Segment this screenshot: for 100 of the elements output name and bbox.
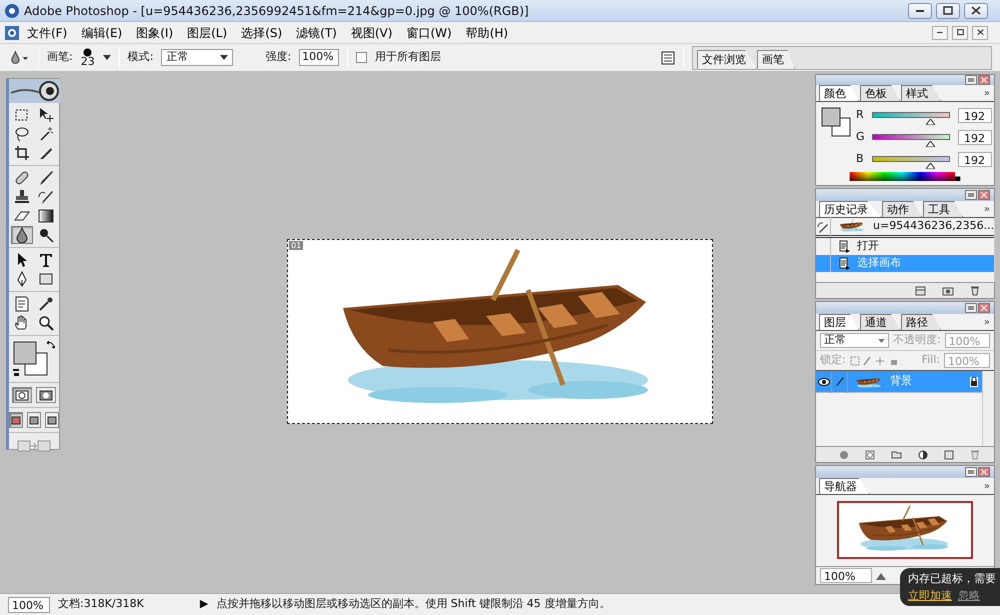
speed-up-link[interactable]: 立即加速 [908, 588, 952, 604]
screen-mode-button[interactable] [27, 412, 41, 428]
menu-item[interactable]: 帮助(H) [458, 22, 516, 42]
snapshot-name[interactable]: u=954436236,2356... [873, 218, 994, 235]
channel-value-field[interactable]: 192 [958, 108, 992, 122]
visibility-toggle[interactable] [816, 370, 832, 392]
ignore-link[interactable]: 忽略 [958, 588, 980, 604]
checkbox[interactable] [356, 52, 368, 63]
panel-minimize-button[interactable] [965, 190, 977, 200]
folder-icon [891, 450, 902, 459]
panel-tab[interactable]: 动作 [882, 201, 922, 217]
panel-tab[interactable]: 颜色 [819, 85, 859, 101]
maximize-icon [943, 6, 953, 15]
palette-tab[interactable]: 文件浏览 [697, 50, 757, 68]
status-menu-button[interactable]: ▶ [200, 596, 208, 613]
opacity-label: 不透明度: [892, 332, 941, 348]
menu-item[interactable]: 视图(V) [344, 22, 400, 42]
minimize-icon [967, 305, 975, 311]
magic-wand-icon [38, 126, 54, 142]
document-minimize-button[interactable] [932, 26, 948, 40]
minimize-icon [967, 469, 975, 475]
panel-close-button[interactable] [978, 303, 990, 313]
caret-icon [220, 55, 228, 60]
drop-icon [9, 50, 29, 66]
panel-close-button[interactable] [978, 190, 990, 200]
blend-mode-dropdown[interactable]: 正常 [820, 333, 889, 348]
close-button[interactable] [964, 2, 988, 18]
background-color-swatch[interactable] [24, 352, 48, 376]
channel-value-field[interactable]: 192 [958, 130, 992, 144]
panel-minimize-button[interactable] [965, 467, 977, 477]
move-arrow-icon [38, 107, 54, 123]
window-title: Adobe Photoshop - [u=954436236,2356992451&fm=214&gp=0.jpg @ 100%(RGB)] [24, 2, 529, 20]
note-icon [14, 296, 30, 312]
menu-item[interactable]: 图层(L) [180, 22, 234, 42]
canvas-badge: 01 [289, 241, 304, 250]
brush-icon [834, 376, 844, 386]
zoom-field[interactable]: 100% [820, 568, 872, 583]
default-colors-icon [12, 368, 20, 376]
mode-dropdown[interactable]: 正常 [161, 49, 234, 66]
panel-close-button[interactable] [978, 75, 990, 85]
lock-options-icon [850, 356, 900, 366]
document-restore-button[interactable] [952, 26, 968, 40]
panel-tab[interactable]: 样式 [901, 85, 941, 101]
screen-mode-button[interactable] [9, 412, 23, 428]
panel-tab[interactable]: 导航器 [819, 478, 870, 494]
panel-tab[interactable]: 历史记录 [819, 201, 881, 217]
menu-item[interactable]: 选择(S) [234, 22, 290, 42]
status-message: 点按并拖移以移动图层或移动选区的副本。使用 Shift 键限制沿 45 度增量方向。 [216, 596, 610, 612]
panel-menu-button[interactable]: » [984, 315, 994, 330]
new-layer-icon [944, 450, 954, 460]
dropdown-caret-icon [102, 54, 111, 60]
panel-menu-button[interactable]: » [984, 86, 994, 101]
maximize-button[interactable] [936, 2, 960, 18]
panel-tab[interactable]: 图层 [819, 314, 859, 330]
panel-tab[interactable]: 工具 [923, 201, 963, 217]
menu-item[interactable]: 窗口(W) [399, 22, 459, 42]
channel-label: R [856, 106, 865, 123]
panel-close-button[interactable] [978, 467, 990, 477]
standard-mode-button[interactable] [12, 387, 32, 403]
zoom-field[interactable]: 100% [8, 596, 50, 612]
half-circle-icon [918, 450, 928, 460]
panel-minimize-button[interactable] [965, 75, 977, 85]
swap-arrow-icon [46, 340, 55, 349]
panel-menu-button[interactable]: » [984, 479, 994, 494]
circle-icon [839, 450, 849, 460]
panel-tab[interactable]: 路径 [901, 314, 941, 330]
document-icon [837, 257, 851, 270]
menu-item[interactable]: 编辑(E) [74, 22, 130, 42]
foreground-color-swatch[interactable] [822, 108, 840, 126]
checkbox-label: 用于所有图层 [375, 49, 442, 66]
channel-label: G [856, 128, 866, 145]
document-app-icon [4, 24, 20, 40]
scrollbar[interactable] [982, 371, 994, 446]
panel-menu-button[interactable]: » [984, 202, 994, 217]
palette-tab[interactable]: 画笔 [757, 50, 795, 68]
camera-icon [942, 286, 954, 296]
minimize-icon [916, 10, 924, 12]
minimize-button[interactable] [908, 2, 932, 18]
close-icon [971, 6, 981, 15]
panel-tab[interactable]: 色板 [860, 85, 900, 101]
circle-handle-icon [38, 227, 54, 243]
document-close-button[interactable] [972, 26, 988, 40]
close-icon [980, 77, 988, 83]
drop-icon [14, 227, 30, 243]
panel-tab[interactable]: 通道 [860, 314, 900, 330]
quick-mask-button[interactable] [36, 387, 56, 403]
scrollbar[interactable] [994, 218, 996, 282]
menu-item[interactable]: 文件(F) [20, 22, 74, 42]
maximize-icon [956, 29, 964, 36]
screen-mode-button[interactable] [45, 412, 59, 428]
panel-minimize-button[interactable] [965, 303, 977, 313]
document-icon [837, 240, 851, 253]
channel-value-field[interactable]: 192 [958, 152, 992, 166]
strength-field[interactable]: 100% [299, 49, 340, 66]
tool-button[interactable] [11, 226, 33, 244]
menu-item[interactable]: 滤镜(T) [289, 22, 344, 42]
brush-curl-icon [38, 189, 54, 205]
foreground-color-swatch[interactable] [14, 342, 36, 364]
type-tool-icon [38, 252, 54, 268]
menu-item[interactable]: 图象(I) [129, 22, 180, 42]
